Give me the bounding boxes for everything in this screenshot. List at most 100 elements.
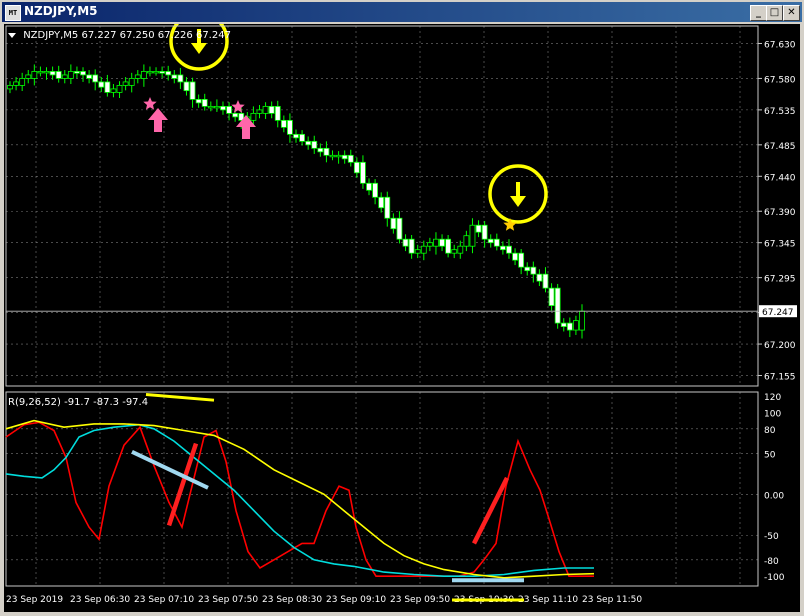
candle-body [524, 266, 531, 272]
candle-body [268, 105, 275, 114]
candle-body [347, 154, 354, 163]
candle-body [61, 74, 68, 79]
candle-body [74, 71, 80, 74]
candle-body [37, 71, 44, 74]
time-axis-label: 23 Sep 2019 [6, 595, 63, 605]
indicator-tick-label: 50 [764, 450, 776, 460]
candle-body [280, 119, 287, 128]
indicator-tick-label: -100 [764, 573, 785, 583]
chart-window: MT NZDJPY,M5 _ □ ✕ 67.630 67.580 67.535 67.… [0, 0, 804, 616]
candle-body [366, 182, 372, 191]
minimize-button[interactable]: _ [750, 5, 767, 21]
candle-body [195, 98, 202, 104]
candle-body [360, 161, 366, 184]
candle-body [55, 71, 62, 79]
price-tick-label: 67.390 [764, 208, 796, 218]
candle-body [487, 238, 494, 244]
candle-body [341, 154, 348, 160]
time-axis-label: 23 Sep 11:10 [518, 595, 578, 605]
candle-body [439, 238, 445, 247]
candle-body [512, 252, 518, 261]
time-axis-label: 23 Sep 09:10 [326, 595, 386, 605]
price-tick-label: 67.580 [764, 75, 796, 85]
candle-body [311, 140, 318, 149]
candle-body [49, 71, 56, 76]
candle-body [353, 161, 360, 174]
candle-body [475, 224, 482, 233]
candle-body [86, 74, 93, 79]
candle-body [213, 105, 220, 109]
candle-body [293, 133, 299, 139]
candle-body [518, 252, 525, 268]
candle-body [110, 88, 117, 93]
indicator-tick-label: -50 [764, 532, 779, 542]
candle-body [372, 182, 379, 198]
candle-body [92, 74, 99, 83]
candle-body [299, 133, 305, 142]
candle-body [171, 74, 178, 79]
dropdown-arrow-icon[interactable] [8, 32, 16, 38]
window-title: NZDJPY,M5 [24, 4, 98, 18]
candle-body [305, 140, 312, 146]
candle-body [287, 119, 293, 135]
candle-body [165, 71, 172, 76]
time-axis-label: 23 Sep 07:50 [198, 595, 258, 605]
down-arrow-icon [510, 196, 526, 207]
candle-body [67, 71, 74, 79]
candle-body [274, 105, 281, 121]
candle-body [7, 85, 13, 90]
candle-body [445, 238, 452, 254]
price-tick-label: 67.485 [764, 142, 796, 152]
candle-body [566, 322, 573, 331]
candle-body [396, 217, 403, 240]
candle-body [573, 320, 579, 331]
candle-body [378, 196, 385, 209]
candle-body [426, 242, 433, 247]
candle-body [390, 217, 397, 230]
indicator-panel-frame [5, 391, 759, 587]
candle-body [469, 224, 476, 247]
candle-body [384, 196, 391, 219]
candle-body [506, 245, 512, 254]
candle-body [177, 74, 184, 83]
candle-body [250, 112, 257, 121]
candle-body [536, 273, 543, 282]
close-button[interactable]: ✕ [783, 5, 800, 21]
candle-body [98, 81, 105, 88]
current-price-label: 67.247 [762, 308, 794, 318]
candle-body [414, 249, 421, 254]
indicator-tick-label: 120 [764, 393, 781, 403]
price-tick-label: 67.200 [764, 341, 796, 351]
slow-line [5, 419, 595, 579]
symbol-label: NZDJPY,M5 [23, 30, 79, 41]
maximize-button[interactable]: □ [766, 5, 783, 21]
candle-body [226, 105, 232, 114]
candle-body [80, 71, 86, 76]
title-bar[interactable]: MT NZDJPY,M5 _ □ ✕ [2, 2, 802, 22]
time-axis-label: 23 Sep 11:50 [582, 595, 642, 605]
candle-body [147, 71, 153, 74]
indicator-label: R(9,26,52) -91.7 -87.3 -97.4 [8, 397, 149, 408]
candle-body [122, 81, 129, 86]
candle-body [232, 112, 239, 118]
chart-canvas[interactable]: 67.630 67.580 67.535 67.485 67.440 67.390 67.3… [4, 11, 800, 612]
star-icon [231, 100, 245, 113]
indicator-tick-label: 0.00 [764, 491, 784, 501]
candle-body [19, 78, 26, 86]
chart-area[interactable]: 67.630 67.580 67.535 67.485 67.440 67.390 67.3… [4, 11, 800, 612]
candle-body [256, 109, 263, 114]
candle-body [104, 81, 111, 93]
up-arrow-icon [148, 108, 168, 132]
price-tick-label: 67.630 [764, 40, 796, 50]
price-tick-label: 67.345 [764, 240, 796, 250]
candle-body [159, 71, 166, 74]
candle-body [408, 238, 415, 254]
price-tick-label: 67.535 [764, 107, 796, 117]
time-axis-label: 23 Sep 09:50 [390, 595, 450, 605]
candle-body [530, 266, 537, 275]
candle-body [207, 105, 214, 109]
indicator-tick-label: -80 [764, 557, 779, 567]
time-axis-label: 23 Sep 06:30 [70, 595, 130, 605]
candle-body [329, 154, 336, 158]
candle-body [402, 238, 409, 247]
